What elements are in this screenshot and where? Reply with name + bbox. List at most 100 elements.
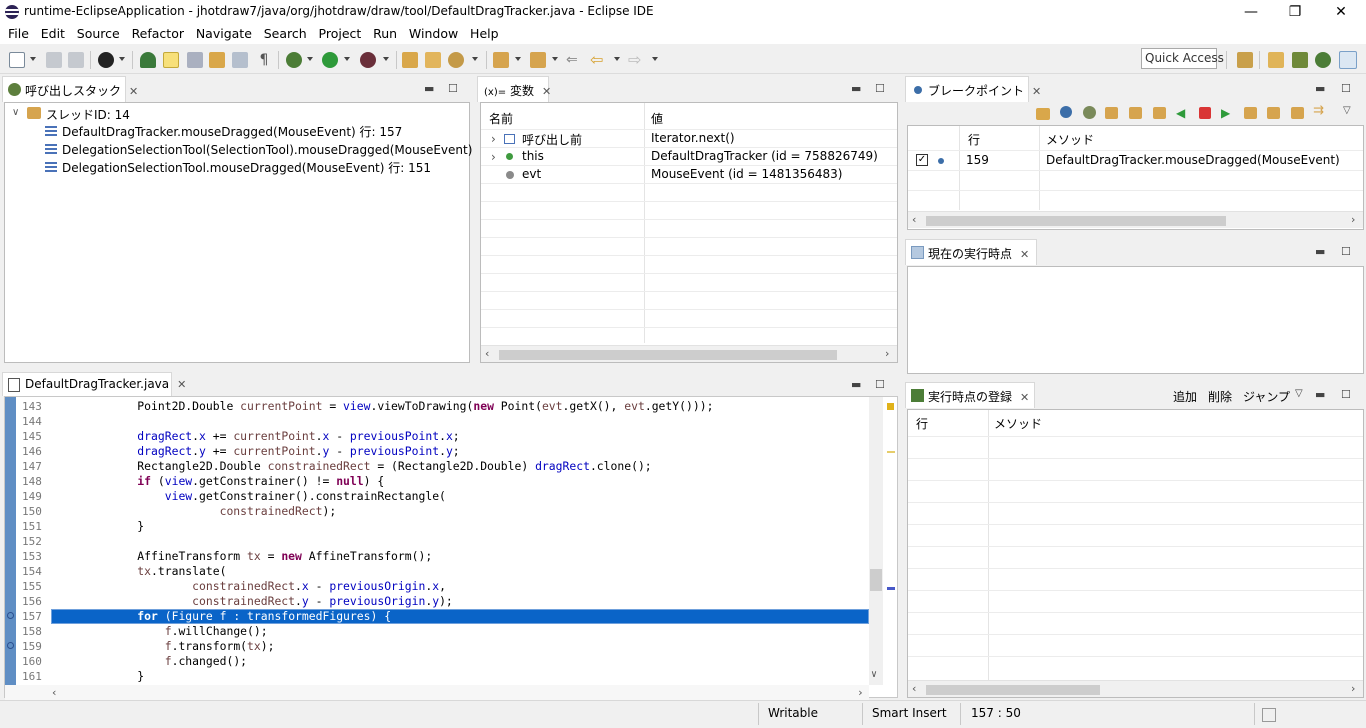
menu-search[interactable]: Search: [260, 25, 311, 43]
close-icon[interactable]: ✕: [177, 378, 186, 391]
code-line[interactable]: }: [55, 519, 144, 533]
code-line[interactable]: Rectangle2D.Double constrainedRect = (Re…: [55, 459, 651, 473]
code-line[interactable]: dragRect.y += currentPoint.y - previousP…: [55, 444, 459, 458]
step-over-icon[interactable]: [1129, 107, 1142, 119]
code-line[interactable]: AffineTransform tx = new AffineTransform…: [55, 549, 432, 563]
previous-annotation-icon[interactable]: [530, 52, 546, 68]
link-icon[interactable]: ⇉: [1313, 104, 1329, 121]
menu-help[interactable]: Help: [466, 25, 503, 43]
close-icon[interactable]: ✕: [129, 85, 138, 98]
resume-back-icon[interactable]: ◀: [1176, 107, 1192, 123]
open-folder-icon[interactable]: [1036, 108, 1050, 120]
column-header-name[interactable]: 名前: [489, 110, 513, 127]
menu-project[interactable]: Project: [315, 25, 366, 43]
minimize-view-button[interactable]: ▬: [1315, 388, 1325, 401]
profile-icon[interactable]: [98, 52, 114, 68]
coverage-icon[interactable]: [360, 52, 376, 68]
close-icon[interactable]: ✕: [1020, 391, 1029, 404]
scroll-right-icon[interactable]: ›: [885, 347, 889, 360]
variable-name[interactable]: evt: [522, 167, 541, 181]
show-whitespace-icon[interactable]: ¶: [256, 52, 272, 68]
minimize-view-button[interactable]: ▬: [851, 378, 861, 391]
code-line[interactable]: constrainedRect.x - previousOrigin.x,: [55, 579, 446, 593]
save-all-icon[interactable]: [68, 52, 84, 68]
code-line[interactable]: constrainedRect.y - previousOrigin.y);: [55, 594, 453, 608]
menu-run[interactable]: Run: [369, 25, 401, 43]
code-line[interactable]: for (Figure f : transformedFigures) {: [55, 609, 391, 623]
stack-frame[interactable]: DelegationSelectionTool(SelectionTool).m…: [62, 141, 519, 158]
expand-icon[interactable]: ›: [491, 150, 496, 164]
horizontal-scrollbar[interactable]: ‹ ›: [908, 680, 1363, 697]
code-line[interactable]: f.changed();: [55, 654, 247, 668]
scroll-left-icon[interactable]: ‹: [51, 686, 58, 699]
stack-frame[interactable]: DelegationSelectionTool.mouseDragged(Mou…: [62, 159, 431, 176]
maximize-view-button[interactable]: ☐: [448, 82, 458, 95]
back-icon[interactable]: ⇦: [590, 52, 606, 68]
jump-button[interactable]: ジャンプ: [1243, 388, 1290, 405]
tab-callstack[interactable]: 呼び出しスタック ✕: [2, 76, 138, 102]
breakpoint-method[interactable]: DefaultDragTracker.mouseDragged(MouseEve…: [1046, 153, 1340, 167]
scroll-down-icon[interactable]: ∨: [871, 669, 877, 680]
code-line[interactable]: f.willChange();: [55, 624, 268, 638]
add-breakpoint-icon[interactable]: [1060, 106, 1072, 118]
maximize-view-button[interactable]: ☐: [1341, 245, 1351, 258]
last-edit-icon[interactable]: ⇐: [566, 52, 582, 68]
close-icon[interactable]: ✕: [1020, 248, 1029, 261]
thread-label[interactable]: スレッドID: 14: [46, 106, 130, 123]
minimize-view-button[interactable]: ▬: [1315, 245, 1325, 258]
step-return-icon[interactable]: [1153, 107, 1166, 119]
restore-button[interactable]: ❐: [1272, 0, 1318, 24]
horizontal-scrollbar[interactable]: ‹ ›: [908, 211, 1363, 228]
resume-icon[interactable]: ▶: [1221, 107, 1237, 123]
quick-access-input[interactable]: Quick Access: [1141, 48, 1224, 69]
scroll-right-icon[interactable]: ›: [1351, 682, 1355, 695]
open-folder-icon[interactable]: [402, 52, 418, 68]
minimize-button[interactable]: —: [1228, 0, 1274, 24]
scroll-right-icon[interactable]: ›: [857, 686, 864, 699]
scroll-left-icon[interactable]: ‹: [912, 213, 916, 226]
drop-frame-icon[interactable]: [1244, 107, 1257, 119]
menu-edit[interactable]: Edit: [37, 25, 69, 43]
maximize-view-button[interactable]: ☐: [1341, 388, 1351, 401]
minimize-view-button[interactable]: ▬: [1315, 82, 1325, 95]
next-annotation-icon[interactable]: [493, 52, 509, 68]
use-step-filters-icon[interactable]: [1267, 107, 1280, 119]
maximize-view-button[interactable]: ☐: [875, 378, 885, 391]
menu-window[interactable]: Window: [405, 25, 462, 43]
debug-icon[interactable]: [286, 52, 302, 68]
code-line[interactable]: dragRect.x += currentPoint.x - previousP…: [55, 429, 459, 443]
minimize-view-button[interactable]: ▬: [851, 82, 861, 95]
scrollbar-thumb[interactable]: [926, 216, 1226, 226]
horizontal-scrollbar[interactable]: ‹ ›: [481, 345, 897, 362]
debug-perspective-icon[interactable]: [1315, 52, 1331, 68]
code-line[interactable]: Point2D.Double currentPoint = view.viewT…: [55, 399, 713, 413]
view-menu-icon[interactable]: ▽: [1295, 388, 1303, 399]
stack-frame[interactable]: DefaultDragTracker.mouseDragged(MouseEve…: [62, 123, 402, 140]
forward-icon[interactable]: ⇨: [628, 52, 644, 68]
variable-name[interactable]: this: [522, 149, 544, 163]
variable-value[interactable]: MouseEvent (id = 1481356483): [651, 167, 842, 181]
menu-navigate[interactable]: Navigate: [192, 25, 256, 43]
menu-file[interactable]: File: [4, 25, 33, 43]
open-project-icon[interactable]: [425, 52, 441, 68]
tab-current-point[interactable]: 現在の実行時点 ✕: [905, 239, 1037, 265]
new-icon[interactable]: [9, 52, 25, 68]
code-line[interactable]: tx.translate(: [55, 564, 226, 578]
close-icon[interactable]: ✕: [542, 85, 551, 98]
tab-editor[interactable]: DefaultDragTracker.java ✕: [2, 372, 186, 396]
variable-value[interactable]: DefaultDragTracker (id = 758826749): [651, 149, 878, 163]
close-button[interactable]: ✕: [1318, 0, 1364, 24]
scrollbar-thumb[interactable]: [926, 685, 1100, 695]
terminate-icon[interactable]: [1199, 107, 1211, 119]
expand-icon[interactable]: ›: [491, 132, 496, 146]
scrollbar-thumb[interactable]: [870, 569, 882, 591]
skip-breakpoints-icon[interactable]: [140, 52, 156, 68]
column-header-method[interactable]: メソッド: [1046, 131, 1094, 148]
variable-value[interactable]: Iterator.next(): [651, 131, 735, 145]
code-editor[interactable]: 143 Point2D.Double currentPoint = view.v…: [4, 396, 898, 702]
code-line[interactable]: if (view.getConstrainer() != null) {: [55, 474, 384, 488]
maximize-view-button[interactable]: ☐: [875, 82, 885, 95]
code-line[interactable]: }: [55, 669, 144, 683]
run-icon[interactable]: [322, 52, 338, 68]
breakpoint-checkbox[interactable]: ✓: [916, 154, 928, 166]
